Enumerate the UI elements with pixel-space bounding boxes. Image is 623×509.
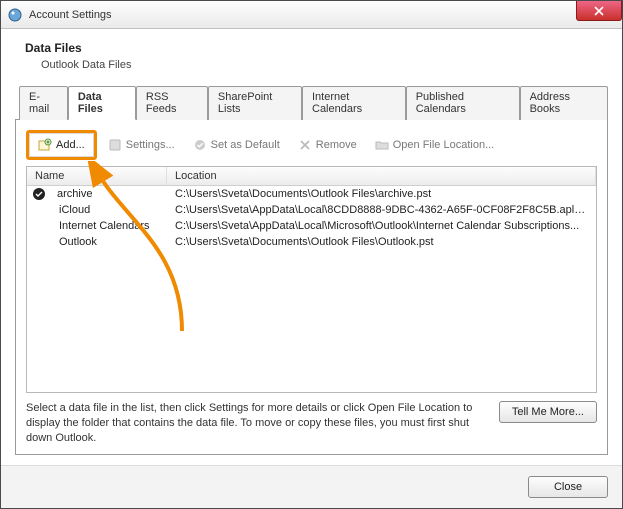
column-header-location[interactable]: Location [167, 167, 596, 185]
panel-footer: Select a data file in the list, then cli… [26, 401, 597, 446]
default-indicator-icon [33, 188, 45, 200]
row-name: iCloud [51, 203, 98, 217]
close-icon [594, 6, 604, 16]
app-icon [7, 7, 23, 23]
window-close-button[interactable] [576, 1, 622, 21]
table-row[interactable]: Outlook C:\Users\Sveta\Documents\Outlook… [27, 234, 596, 250]
tab-data-files[interactable]: Data Files [68, 86, 136, 120]
close-button[interactable]: Close [528, 476, 608, 498]
table-row[interactable]: archive C:\Users\Sveta\Documents\Outlook… [27, 186, 596, 202]
tab-address-books[interactable]: Address Books [520, 86, 608, 120]
remove-icon [298, 138, 312, 152]
set-default-button-label: Set as Default [211, 139, 280, 151]
settings-button-label: Settings... [126, 139, 175, 151]
dialog-button-bar: Close [1, 465, 622, 508]
open-file-location-label: Open File Location... [393, 139, 495, 151]
row-name: Internet Calendars [51, 219, 158, 233]
add-button-label: Add... [56, 139, 85, 151]
add-button[interactable]: Add... [31, 134, 92, 156]
row-name: archive [49, 187, 100, 201]
page-header: Data Files Outlook Data Files [25, 41, 608, 71]
remove-button[interactable]: Remove [291, 134, 364, 156]
tabstrip: E-mail Data Files RSS Feeds SharePoint L… [15, 85, 608, 120]
list-header: Name Location [27, 167, 596, 186]
tutorial-highlight: Add... [26, 130, 97, 160]
settings-button[interactable]: Settings... [101, 134, 182, 156]
row-name: Outlook [51, 235, 105, 249]
account-settings-window: Account Settings Data Files Outlook Data… [0, 0, 623, 509]
row-location: C:\Users\Sveta\AppData\Local\Microsoft\O… [167, 219, 596, 233]
folder-open-icon [375, 138, 389, 152]
remove-button-label: Remove [316, 139, 357, 151]
footer-help-text: Select a data file in the list, then cli… [26, 401, 489, 446]
row-location: C:\Users\Sveta\AppData\Local\8CDD8888-9D… [167, 203, 596, 217]
content-area: Data Files Outlook Data Files E-mail Dat… [1, 29, 622, 465]
tab-rss-feeds[interactable]: RSS Feeds [136, 86, 208, 120]
data-files-list: Name Location archive C:\Users\Sveta\Doc… [26, 166, 597, 393]
column-header-name[interactable]: Name [27, 167, 167, 185]
toolbar: Add... Settings... Set as Default Remove [26, 128, 597, 166]
add-icon [38, 138, 52, 152]
open-file-location-button[interactable]: Open File Location... [368, 134, 502, 156]
window-title: Account Settings [29, 9, 112, 21]
list-body: archive C:\Users\Sveta\Documents\Outlook… [27, 186, 596, 392]
tab-internet-calendars[interactable]: Internet Calendars [302, 86, 406, 120]
titlebar: Account Settings [1, 1, 622, 29]
page-subtitle: Outlook Data Files [41, 59, 608, 71]
table-row[interactable]: Internet Calendars C:\Users\Sveta\AppDat… [27, 218, 596, 234]
tell-me-more-button[interactable]: Tell Me More... [499, 401, 597, 423]
check-circle-icon [193, 138, 207, 152]
table-row[interactable]: iCloud C:\Users\Sveta\AppData\Local\8CDD… [27, 202, 596, 218]
data-files-panel: Add... Settings... Set as Default Remove [15, 120, 608, 455]
tab-published-calendars[interactable]: Published Calendars [406, 86, 520, 120]
set-default-button[interactable]: Set as Default [186, 134, 287, 156]
tab-email[interactable]: E-mail [19, 86, 68, 120]
row-location: C:\Users\Sveta\Documents\Outlook Files\a… [167, 187, 596, 201]
page-title: Data Files [25, 41, 608, 55]
settings-icon [108, 138, 122, 152]
row-location: C:\Users\Sveta\Documents\Outlook Files\O… [167, 235, 596, 249]
tab-sharepoint-lists[interactable]: SharePoint Lists [208, 86, 302, 120]
